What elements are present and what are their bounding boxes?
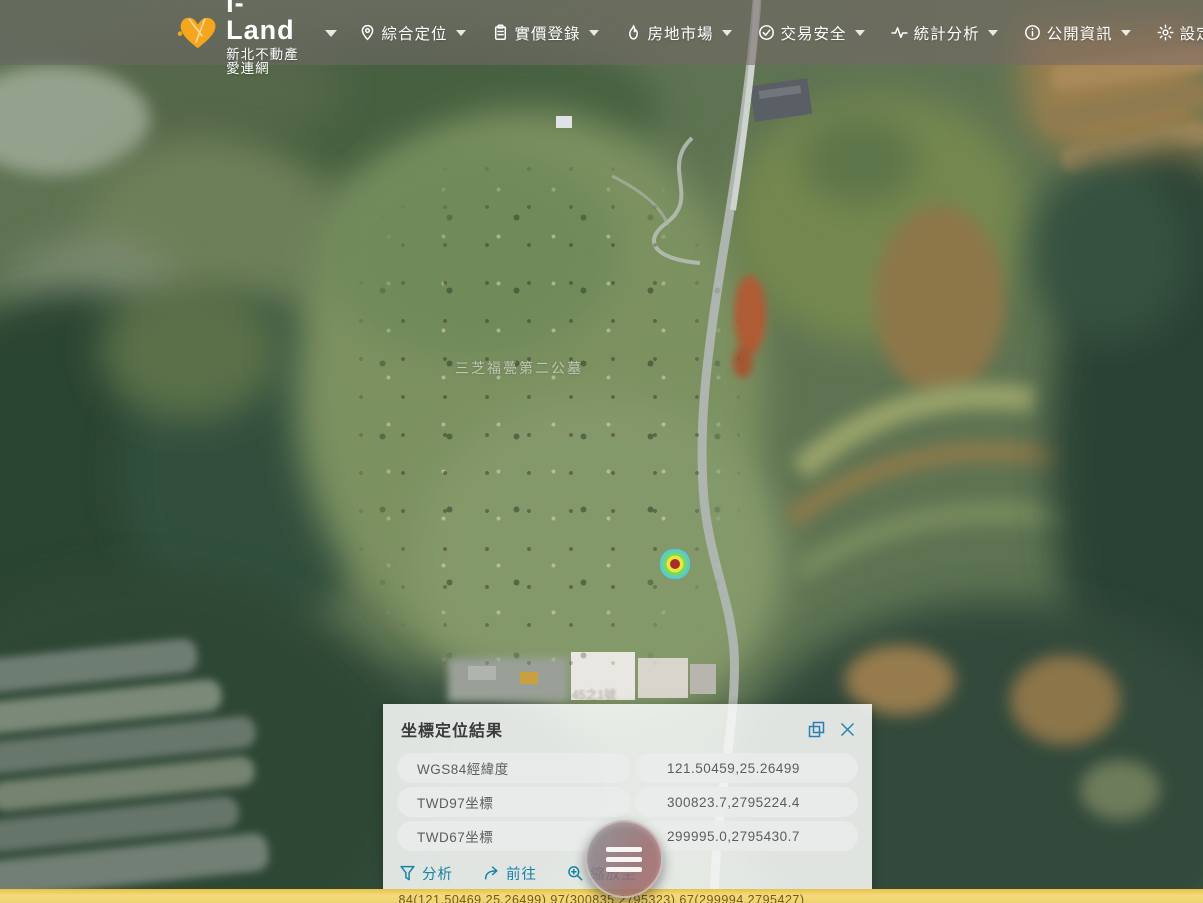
zoom-to-icon — [567, 865, 584, 882]
top-navbar: I-Land 新北不動產愛連網 綜合定位 實價登錄 — [0, 0, 1203, 65]
go-to-arrow-icon — [483, 865, 500, 882]
coord-system-label: WGS84經緯度 — [397, 753, 631, 783]
map-place-label: 三芝福甍第二公墓 — [455, 358, 583, 378]
analyze-button[interactable]: 分析 — [399, 863, 453, 884]
menu-item-statistics[interactable]: 統計分析 — [891, 22, 998, 44]
logo-caret-icon[interactable] — [325, 24, 337, 42]
iland-heart-logo-icon — [176, 6, 218, 60]
marker-bullseye-icon — [670, 559, 680, 569]
menu-label: 設定 — [1180, 22, 1203, 44]
check-circle-icon — [758, 24, 775, 41]
gear-icon — [1157, 24, 1174, 41]
table-row: TWD97坐標 300823.7,2795224.4 — [397, 787, 858, 817]
iland-map-app: 三芝福甍第二公墓 45之1號 I-Land 新北不動產愛連網 — [0, 0, 1203, 903]
menu-item-public-info[interactable]: 公開資訊 — [1024, 22, 1131, 44]
coord-value: 300823.7,2795224.4 — [635, 787, 858, 817]
table-row: WGS84經緯度 121.50459,25.26499 — [397, 753, 858, 783]
coord-value: 299995.0,2795430.7 — [635, 821, 858, 851]
pulse-icon — [891, 24, 908, 41]
info-circle-icon — [1024, 24, 1041, 41]
go-to-button[interactable]: 前往 — [483, 863, 537, 884]
menu-item-settings[interactable]: 設定 — [1157, 22, 1203, 44]
filter-funnel-icon — [399, 865, 416, 882]
menu-label: 綜合定位 — [382, 22, 448, 44]
coord-system-label: TWD97坐標 — [397, 787, 631, 817]
panel-header: 坐標定位結果 — [383, 704, 872, 751]
clipboard-icon — [492, 24, 509, 41]
main-menu: 綜合定位 實價登錄 房地市場 — [359, 22, 1203, 44]
flame-icon — [625, 24, 642, 41]
coord-value: 121.50459,25.26499 — [635, 753, 858, 783]
location-result-marker[interactable] — [663, 552, 687, 576]
hamburger-icon — [606, 847, 642, 852]
logo-subtitle: 新北不動產愛連網 — [226, 48, 310, 75]
menu-label: 統計分析 — [914, 22, 980, 44]
cemetery-speckle-texture — [340, 150, 740, 690]
popout-window-icon[interactable] — [808, 721, 825, 738]
logo[interactable]: I-Land 新北不動產愛連網 — [176, 0, 337, 75]
menu-label: 房地市場 — [648, 22, 714, 44]
close-icon[interactable] — [839, 721, 856, 738]
menu-label: 實價登錄 — [515, 22, 581, 44]
map-address-label: 45之1號 — [572, 686, 616, 703]
menu-item-positioning[interactable]: 綜合定位 — [359, 22, 466, 44]
panel-title: 坐標定位結果 — [401, 717, 808, 741]
menu-label: 公開資訊 — [1047, 22, 1113, 44]
logo-title: I-Land — [226, 0, 310, 44]
floating-menu-button[interactable] — [585, 820, 663, 898]
action-label: 分析 — [422, 863, 453, 884]
cursor-coordinates-text: 84(121.50469,25.26499) 97(300835,2795323… — [398, 893, 804, 903]
menu-item-transaction-safety[interactable]: 交易安全 — [758, 22, 865, 44]
action-label: 前往 — [506, 863, 537, 884]
menu-item-housing-market[interactable]: 房地市場 — [625, 22, 732, 44]
menu-label: 交易安全 — [781, 22, 847, 44]
location-pin-icon — [359, 24, 376, 41]
menu-item-price-registration[interactable]: 實價登錄 — [492, 22, 599, 44]
